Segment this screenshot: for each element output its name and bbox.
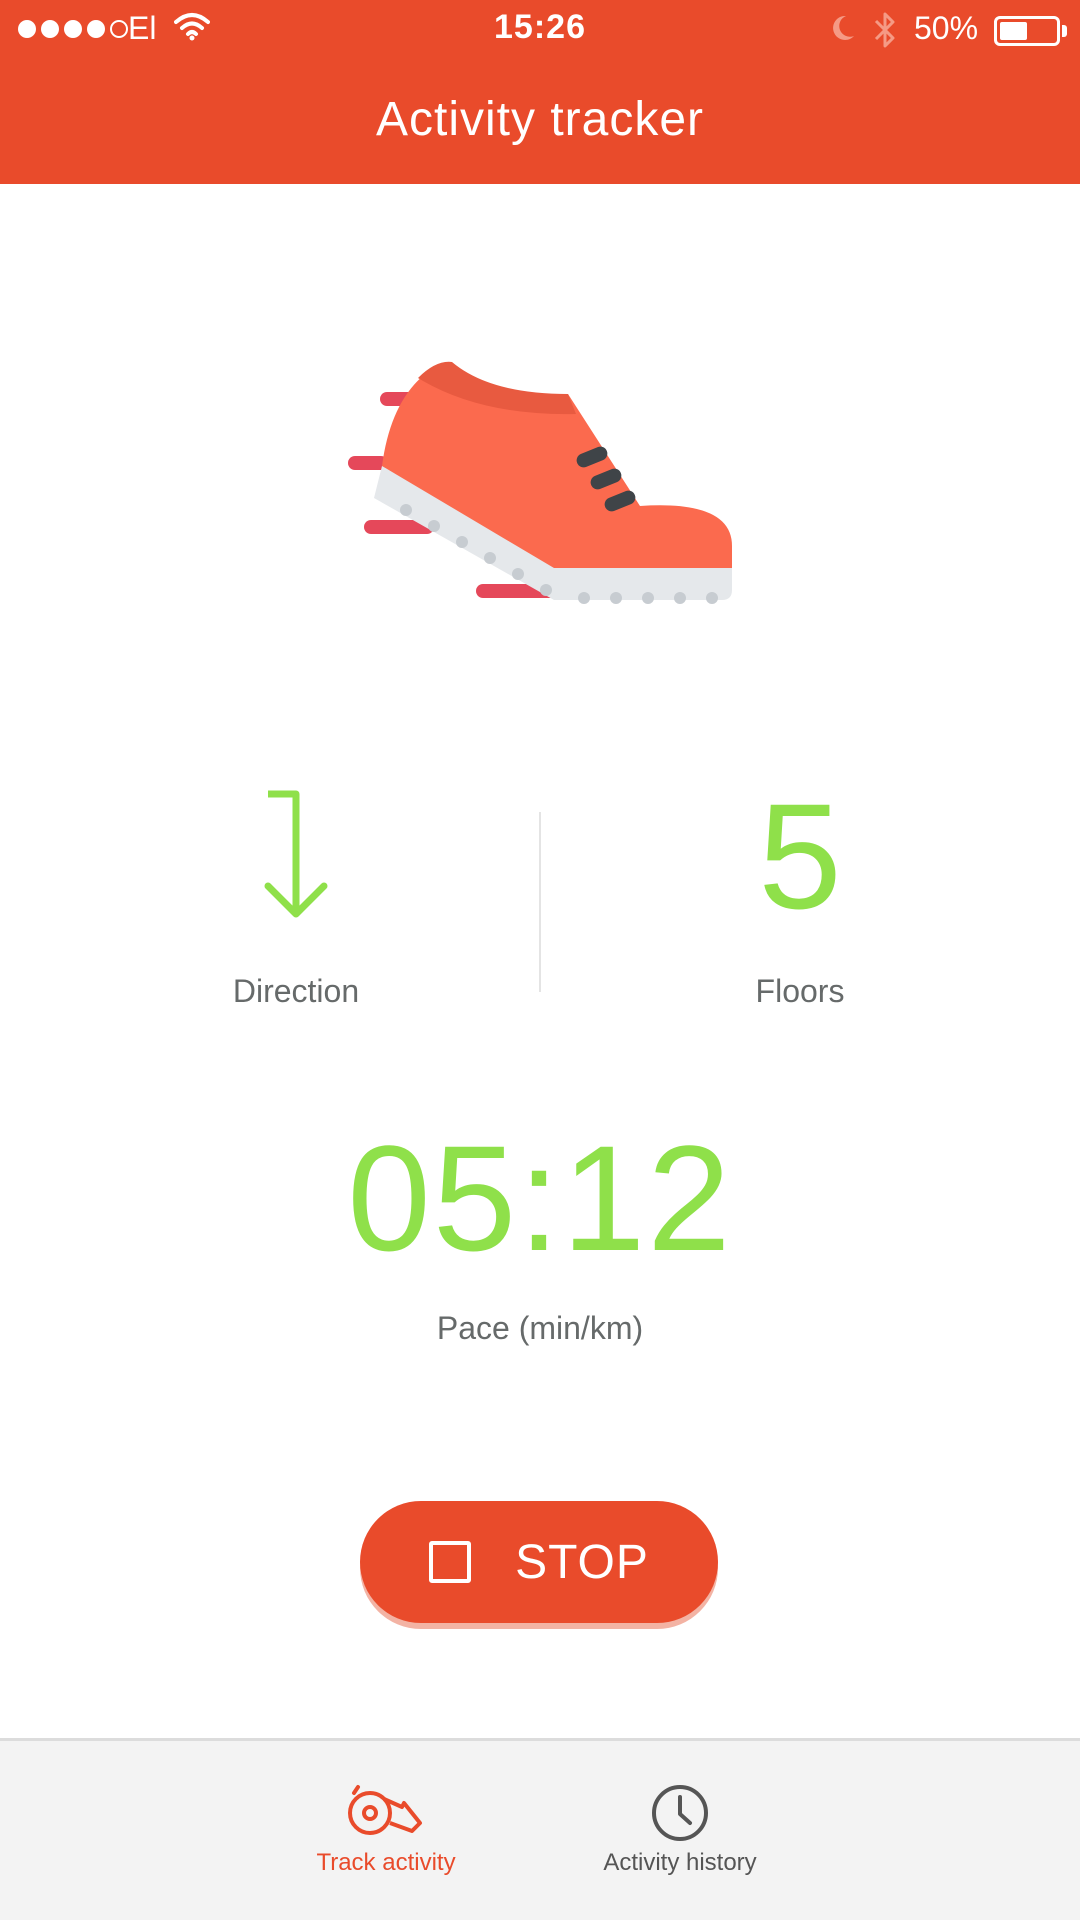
stop-square-icon [429,1541,472,1583]
bluetooth-icon [874,12,895,48]
screen: El 15:26 50% Activity tracker Direction … [0,0,1080,1920]
tab-track-activity[interactable]: Track activity [276,1741,496,1920]
status-bar: El 15:26 50% [0,0,1080,60]
direction-label: Direction [232,973,360,1009]
stop-button-label: STOP [515,1535,649,1589]
floors-label: Floors [755,973,845,1009]
stats-divider [539,812,541,992]
header: El 15:26 50% Activity tracker [0,0,1080,184]
battery-fill [1000,22,1027,40]
pace-label: Pace (min/km) [436,1310,644,1346]
pace-value: 05:12 [347,1114,733,1282]
stop-button[interactable]: STOP [360,1501,718,1623]
tab-activity-history[interactable]: Activity history [570,1741,790,1920]
page-title: Activity tracker [375,93,705,146]
clock-icon [652,1785,708,1841]
tab-track-activity-label: Track activity [316,1849,456,1876]
floors-value: 5 [758,772,842,940]
battery-percent: 50% [914,10,979,46]
battery-cap [1062,25,1067,37]
down-arrow-icon [264,790,328,918]
tab-bar: Track activity Activity history [0,1738,1080,1920]
moon-icon [833,15,854,40]
tab-activity-history-label: Activity history [603,1849,757,1876]
battery-icon [994,16,1060,46]
whistle-icon [348,1785,422,1835]
running-shoe-icon [348,361,732,604]
